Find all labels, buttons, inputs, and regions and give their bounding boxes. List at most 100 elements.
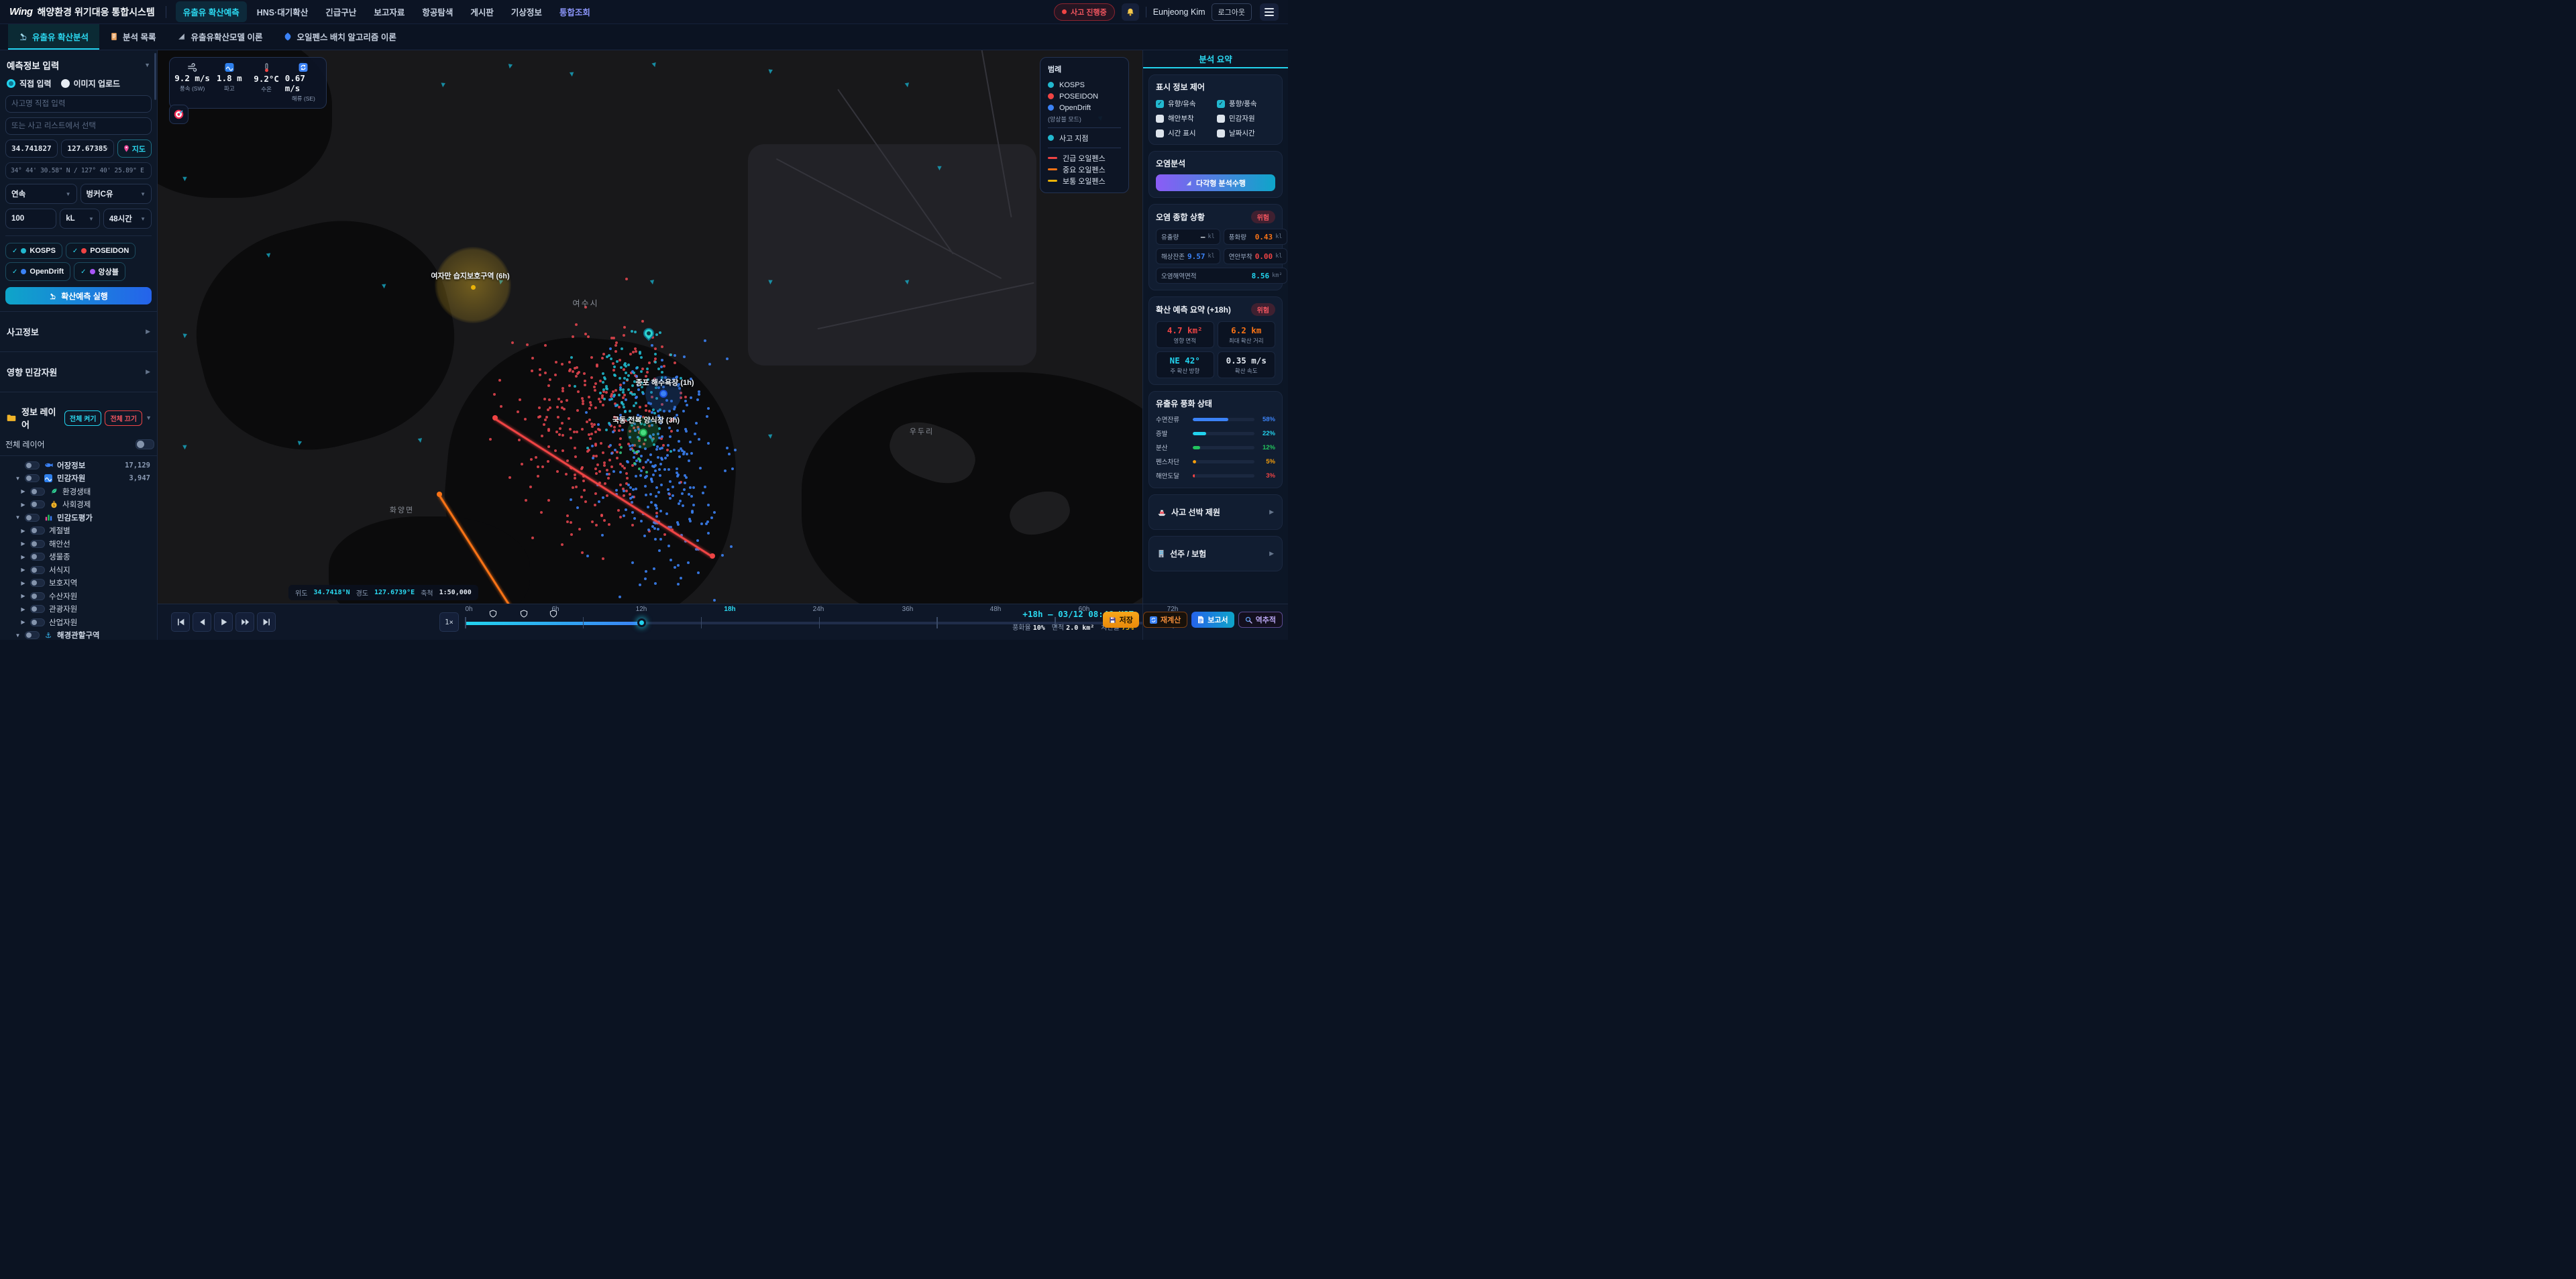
latitude-input[interactable] <box>5 140 58 158</box>
checkbox-wind[interactable]: ✓ 풍향/풍속 <box>1217 99 1275 109</box>
recenter-incident-button[interactable] <box>169 105 189 124</box>
layer-toggle[interactable] <box>30 500 45 509</box>
backtrack-button[interactable]: 역추적 <box>1238 612 1283 628</box>
beach-marker-dot[interactable] <box>659 390 667 398</box>
polygon-analysis-button[interactable]: 다각형 분석수행 <box>1156 174 1275 191</box>
model-chip-ensemble[interactable]: ✓ 앙상블 <box>74 262 125 281</box>
layer-row-industry[interactable]: ▶ 산업자원 <box>0 616 157 629</box>
layer-toggle[interactable] <box>25 474 40 483</box>
play-button[interactable] <box>214 612 233 632</box>
map-area[interactable]: ▼▼▼▼▼▼▼▼▼▼▼▼▼▼▼▼▼▼▼▼▼▼▼▼ 여자만 습지보호구역 (6h)… <box>158 50 1142 604</box>
wetland-marker-dot[interactable] <box>471 285 476 290</box>
sidebar-scrollbar[interactable] <box>154 53 156 100</box>
run-forecast-button[interactable]: 확산예측 실행 <box>5 287 152 304</box>
oilfence-deploy-marker[interactable] <box>549 610 557 618</box>
layer-row-socioeconomic[interactable]: ▶ $ 사회경제 <box>0 498 157 512</box>
logout-button[interactable]: 로그아웃 <box>1211 3 1252 21</box>
tab-analysis-summary[interactable]: 분석 요약 <box>1143 50 1288 68</box>
nav-item-weather[interactable]: 기상정보 <box>504 1 549 22</box>
nav-item-air-search[interactable]: 항공탐색 <box>415 1 460 22</box>
oilfence-deploy-marker[interactable] <box>520 610 527 618</box>
layer-toggle[interactable] <box>30 605 45 614</box>
spill-type-select[interactable]: 연속 ▼ <box>5 184 77 204</box>
section-incident-info[interactable]: 사고정보 ▶ <box>0 319 157 345</box>
radio-image-upload[interactable]: 이미지 업로드 <box>60 78 120 89</box>
nav-item-spill-forecast[interactable]: 유출유 확산예측 <box>175 1 247 22</box>
layer-row-species[interactable]: ▶ 생물종 <box>0 551 157 564</box>
layer-toggle[interactable] <box>30 539 45 548</box>
layer-row-protected-area[interactable]: ▶ 보호지역 <box>0 577 157 590</box>
layers-all-on-button[interactable]: 전체 켜기 <box>64 410 102 426</box>
layer-toggle[interactable] <box>30 618 45 626</box>
checkbox-sensitive-resources[interactable]: 민감자원 <box>1217 113 1275 123</box>
playback-speed-button[interactable]: 1× <box>439 612 459 632</box>
layer-row-seasonal[interactable]: ▶ 계절별 <box>0 524 157 538</box>
farm-marker-dot[interactable] <box>639 429 647 437</box>
ship-spec-card[interactable]: 사고 선박 제원 ▶ <box>1148 494 1283 530</box>
layer-toggle[interactable] <box>30 487 45 496</box>
layer-toggle[interactable] <box>30 592 45 600</box>
oilfence-endpoint[interactable] <box>710 553 715 559</box>
layer-toggle[interactable] <box>30 553 45 561</box>
layers-all-off-button[interactable]: 전체 끄기 <box>105 410 143 426</box>
incident-list-select[interactable] <box>5 117 152 135</box>
tab-analysis-list[interactable]: 분석 목록 <box>99 24 166 50</box>
layer-row-sensitive-resources[interactable]: ▼ 민감자원 3,947 <box>0 472 157 486</box>
section-impact-resources[interactable]: 영향 민감자원 ▶ <box>0 359 157 385</box>
layer-row-fisheries[interactable]: 어장정보 17,129 <box>0 459 157 472</box>
tab-spill-analysis[interactable]: 유출유 확산분석 <box>8 24 99 50</box>
all-layers-toggle[interactable] <box>136 439 154 449</box>
fast-forward-button[interactable] <box>235 612 254 632</box>
amount-input[interactable]: 100 <box>5 209 57 229</box>
duration-select[interactable]: 48시간 ▼ <box>103 209 152 229</box>
layer-toggle[interactable] <box>30 579 45 588</box>
checkbox-current[interactable]: ✓ 유향/유속 <box>1156 99 1214 109</box>
checkbox-time-display[interactable]: 시간 표시 <box>1156 128 1214 138</box>
timeline-thumb[interactable] <box>637 618 646 627</box>
oilfence-endpoint[interactable] <box>437 492 442 497</box>
skip-start-button[interactable] <box>171 612 190 632</box>
tab-oilfence-algorithm-theory[interactable]: 오일펜스 배치 알고리즘 이론 <box>273 24 407 50</box>
layer-toggle[interactable] <box>25 461 40 469</box>
recalculate-button[interactable]: 재계산 <box>1142 612 1188 628</box>
layer-toggle[interactable] <box>30 565 45 574</box>
hamburger-menu-button[interactable] <box>1260 3 1279 21</box>
checkbox-shore-adhesion[interactable]: 해안부착 <box>1156 113 1214 123</box>
incident-active-badge[interactable]: 사고 진행중 <box>1054 3 1115 21</box>
oilfence-deploy-marker[interactable] <box>490 610 497 618</box>
incident-name-input[interactable] <box>5 95 152 113</box>
notifications-button[interactable] <box>1121 3 1139 21</box>
longitude-input[interactable] <box>61 140 114 158</box>
layer-toggle[interactable] <box>30 526 45 535</box>
nav-item-rescue[interactable]: 긴급구난 <box>318 1 364 22</box>
oil-type-select[interactable]: 벙커C유 ▼ <box>80 184 152 204</box>
pick-on-map-button[interactable]: 지도 <box>117 140 152 158</box>
layer-row-kcg-jurisdiction[interactable]: ▼ ⚓ 해경관할구역 <box>0 629 157 640</box>
layer-row-sensitivity-eval[interactable]: ▼ 민감도평가 <box>0 511 157 524</box>
save-button[interactable]: 저장 <box>1102 612 1139 628</box>
nav-item-integrated-search[interactable]: 통합조회 <box>552 1 598 22</box>
layer-toggle[interactable] <box>25 513 40 522</box>
chevron-down-icon[interactable]: ▼ <box>144 62 150 68</box>
layer-row-habitat[interactable]: ▶ 서식지 <box>0 563 157 577</box>
tab-diffusion-model-theory[interactable]: 유출유확산모델 이론 <box>166 24 273 50</box>
skip-end-button[interactable] <box>257 612 276 632</box>
chevron-down-icon[interactable]: ▼ <box>146 414 152 421</box>
nav-item-hns[interactable]: HNS·대기확산 <box>250 1 316 22</box>
checkbox-datetime[interactable]: 날짜시간 <box>1217 128 1275 138</box>
nav-item-reports[interactable]: 보고자료 <box>366 1 412 22</box>
nav-item-board[interactable]: 게시판 <box>463 1 501 22</box>
model-chip-poseidon[interactable]: ✓ POSEIDON <box>65 243 136 259</box>
report-button[interactable]: 보고서 <box>1191 612 1234 628</box>
layer-toggle[interactable] <box>25 631 40 640</box>
model-chip-kosps[interactable]: ✓ KOSPS <box>5 243 62 259</box>
model-chip-opendrift[interactable]: ✓ OpenDrift <box>5 262 71 281</box>
layer-row-fishery-resource[interactable]: ▶ 수산자원 <box>0 590 157 603</box>
radio-direct-input[interactable]: 직접 입력 <box>7 78 52 89</box>
layer-row-eco[interactable]: ▶ 환경생태 <box>0 485 157 498</box>
oilfence-endpoint[interactable] <box>492 415 498 421</box>
step-back-button[interactable] <box>193 612 211 632</box>
owner-insurance-card[interactable]: 선주 / 보험 ▶ <box>1148 536 1283 571</box>
layer-row-tourism[interactable]: ▶ 관광자원 <box>0 603 157 616</box>
layer-row-coastline[interactable]: ▶ 해안선 <box>0 537 157 551</box>
